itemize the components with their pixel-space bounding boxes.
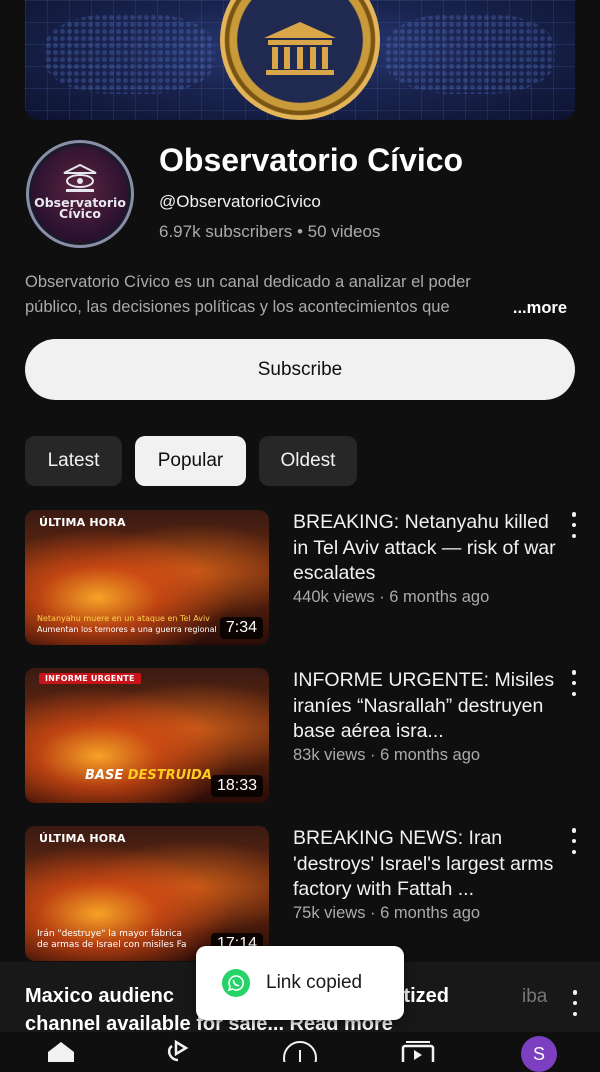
subscribe-button[interactable]: Subscribe [25, 339, 575, 400]
thumbnail-caption: Irán "destruye" la mayor fábrica de arma… [37, 929, 187, 951]
banner-map-right [385, 14, 555, 94]
home-icon[interactable] [44, 1038, 78, 1062]
banner-map-left [45, 14, 215, 94]
shorts-icon[interactable] [164, 1038, 194, 1062]
thumbnail-caption-line-2: Aumentan los temores a una guerra region… [37, 625, 217, 634]
video-item[interactable]: INFORME URGENTE BASE DESTRUIDA 18:33 INF… [25, 668, 600, 806]
channel-description[interactable]: Observatorio Cívico es un canal dedicado… [25, 270, 575, 321]
more-link[interactable]: ...more [492, 296, 567, 321]
avatar-text: Observatorio Cívico [34, 195, 126, 221]
thumbnail-caption-part-1: BASE [85, 768, 124, 783]
video-duration: 7:34 [219, 617, 263, 639]
video-meta: 440k views · 6 months ago [293, 588, 490, 606]
channel-handle: @ObservatorioCívico [159, 192, 321, 211]
chip-popular[interactable]: Popular [135, 436, 246, 486]
thumbnail-caption: BASE DESTRUIDA [85, 768, 212, 783]
description-line-1: Observatorio Cívico es un canal dedicado… [25, 273, 471, 291]
video-title[interactable]: BREAKING: Netanyahu killed in Tel Aviv a… [293, 510, 558, 587]
create-icon[interactable] [282, 1038, 318, 1062]
video-title[interactable]: INFORME URGENTE: Misiles iraníes “Nasral… [293, 668, 558, 745]
thumbnail-tag: ÚLTIMA HORA [39, 832, 126, 845]
bottom-navigation [0, 1032, 600, 1062]
more-options-icon[interactable] [568, 512, 580, 538]
whatsapp-icon [222, 969, 250, 997]
notice-line-1a: Maxico audienc [25, 985, 174, 1007]
channel-name: Observatorio Cívico [159, 142, 464, 178]
thumbnail-caption-line-2: de armas de Israel con misiles Fa [37, 940, 187, 950]
video-duration: 18:33 [210, 775, 263, 797]
link-copied-toast: Link copied [196, 946, 404, 1020]
video-meta: 83k views · 6 months ago [293, 746, 481, 764]
more-options-icon[interactable] [568, 670, 580, 696]
video-title[interactable]: BREAKING NEWS: Iran 'destroys' Israel's … [293, 826, 558, 903]
thumbnail-caption-line-1: Netanyahu muere en un ataque en Tel Aviv [37, 614, 210, 623]
video-thumbnail[interactable]: INFORME URGENTE BASE DESTRUIDA 18:33 [25, 668, 269, 803]
subscriptions-icon[interactable] [400, 1038, 436, 1062]
thumbnail-tag: ÚLTIMA HORA [39, 516, 126, 529]
thumbnail-caption: Netanyahu muere en un ataque en Tel Aviv… [37, 613, 217, 635]
channel-banner [25, 0, 575, 120]
channel-stats: 6.97k subscribers • 50 videos [159, 222, 381, 241]
more-options-icon[interactable] [569, 990, 581, 1016]
more-options-icon[interactable] [568, 828, 580, 854]
toast-label: Link copied [266, 972, 363, 993]
notice-ghost-text: iba [522, 986, 548, 1007]
eye-building-icon [63, 163, 97, 192]
profile-avatar[interactable]: S [521, 1036, 557, 1072]
video-thumbnail[interactable]: ÚLTIMA HORA Netanyahu muere en un ataque… [25, 510, 269, 645]
thumbnail-caption-part-2: DESTRUIDA [127, 768, 212, 783]
chip-latest[interactable]: Latest [25, 436, 122, 486]
video-meta: 75k views · 6 months ago [293, 904, 481, 922]
thumbnail-tag: INFORME URGENTE [39, 673, 141, 684]
thumbnail-caption-line-1: Irán "destruye" la mayor fábrica [37, 929, 182, 939]
channel-avatar[interactable]: Observatorio Cívico [26, 140, 134, 248]
video-item[interactable]: ÚLTIMA HORA Netanyahu muere en un ataque… [25, 510, 600, 648]
video-thumbnail[interactable]: ÚLTIMA HORA Irán "destruye" la mayor fáb… [25, 826, 269, 961]
video-item[interactable]: ÚLTIMA HORA Irán "destruye" la mayor fáb… [25, 826, 600, 964]
chip-oldest[interactable]: Oldest [259, 436, 357, 486]
